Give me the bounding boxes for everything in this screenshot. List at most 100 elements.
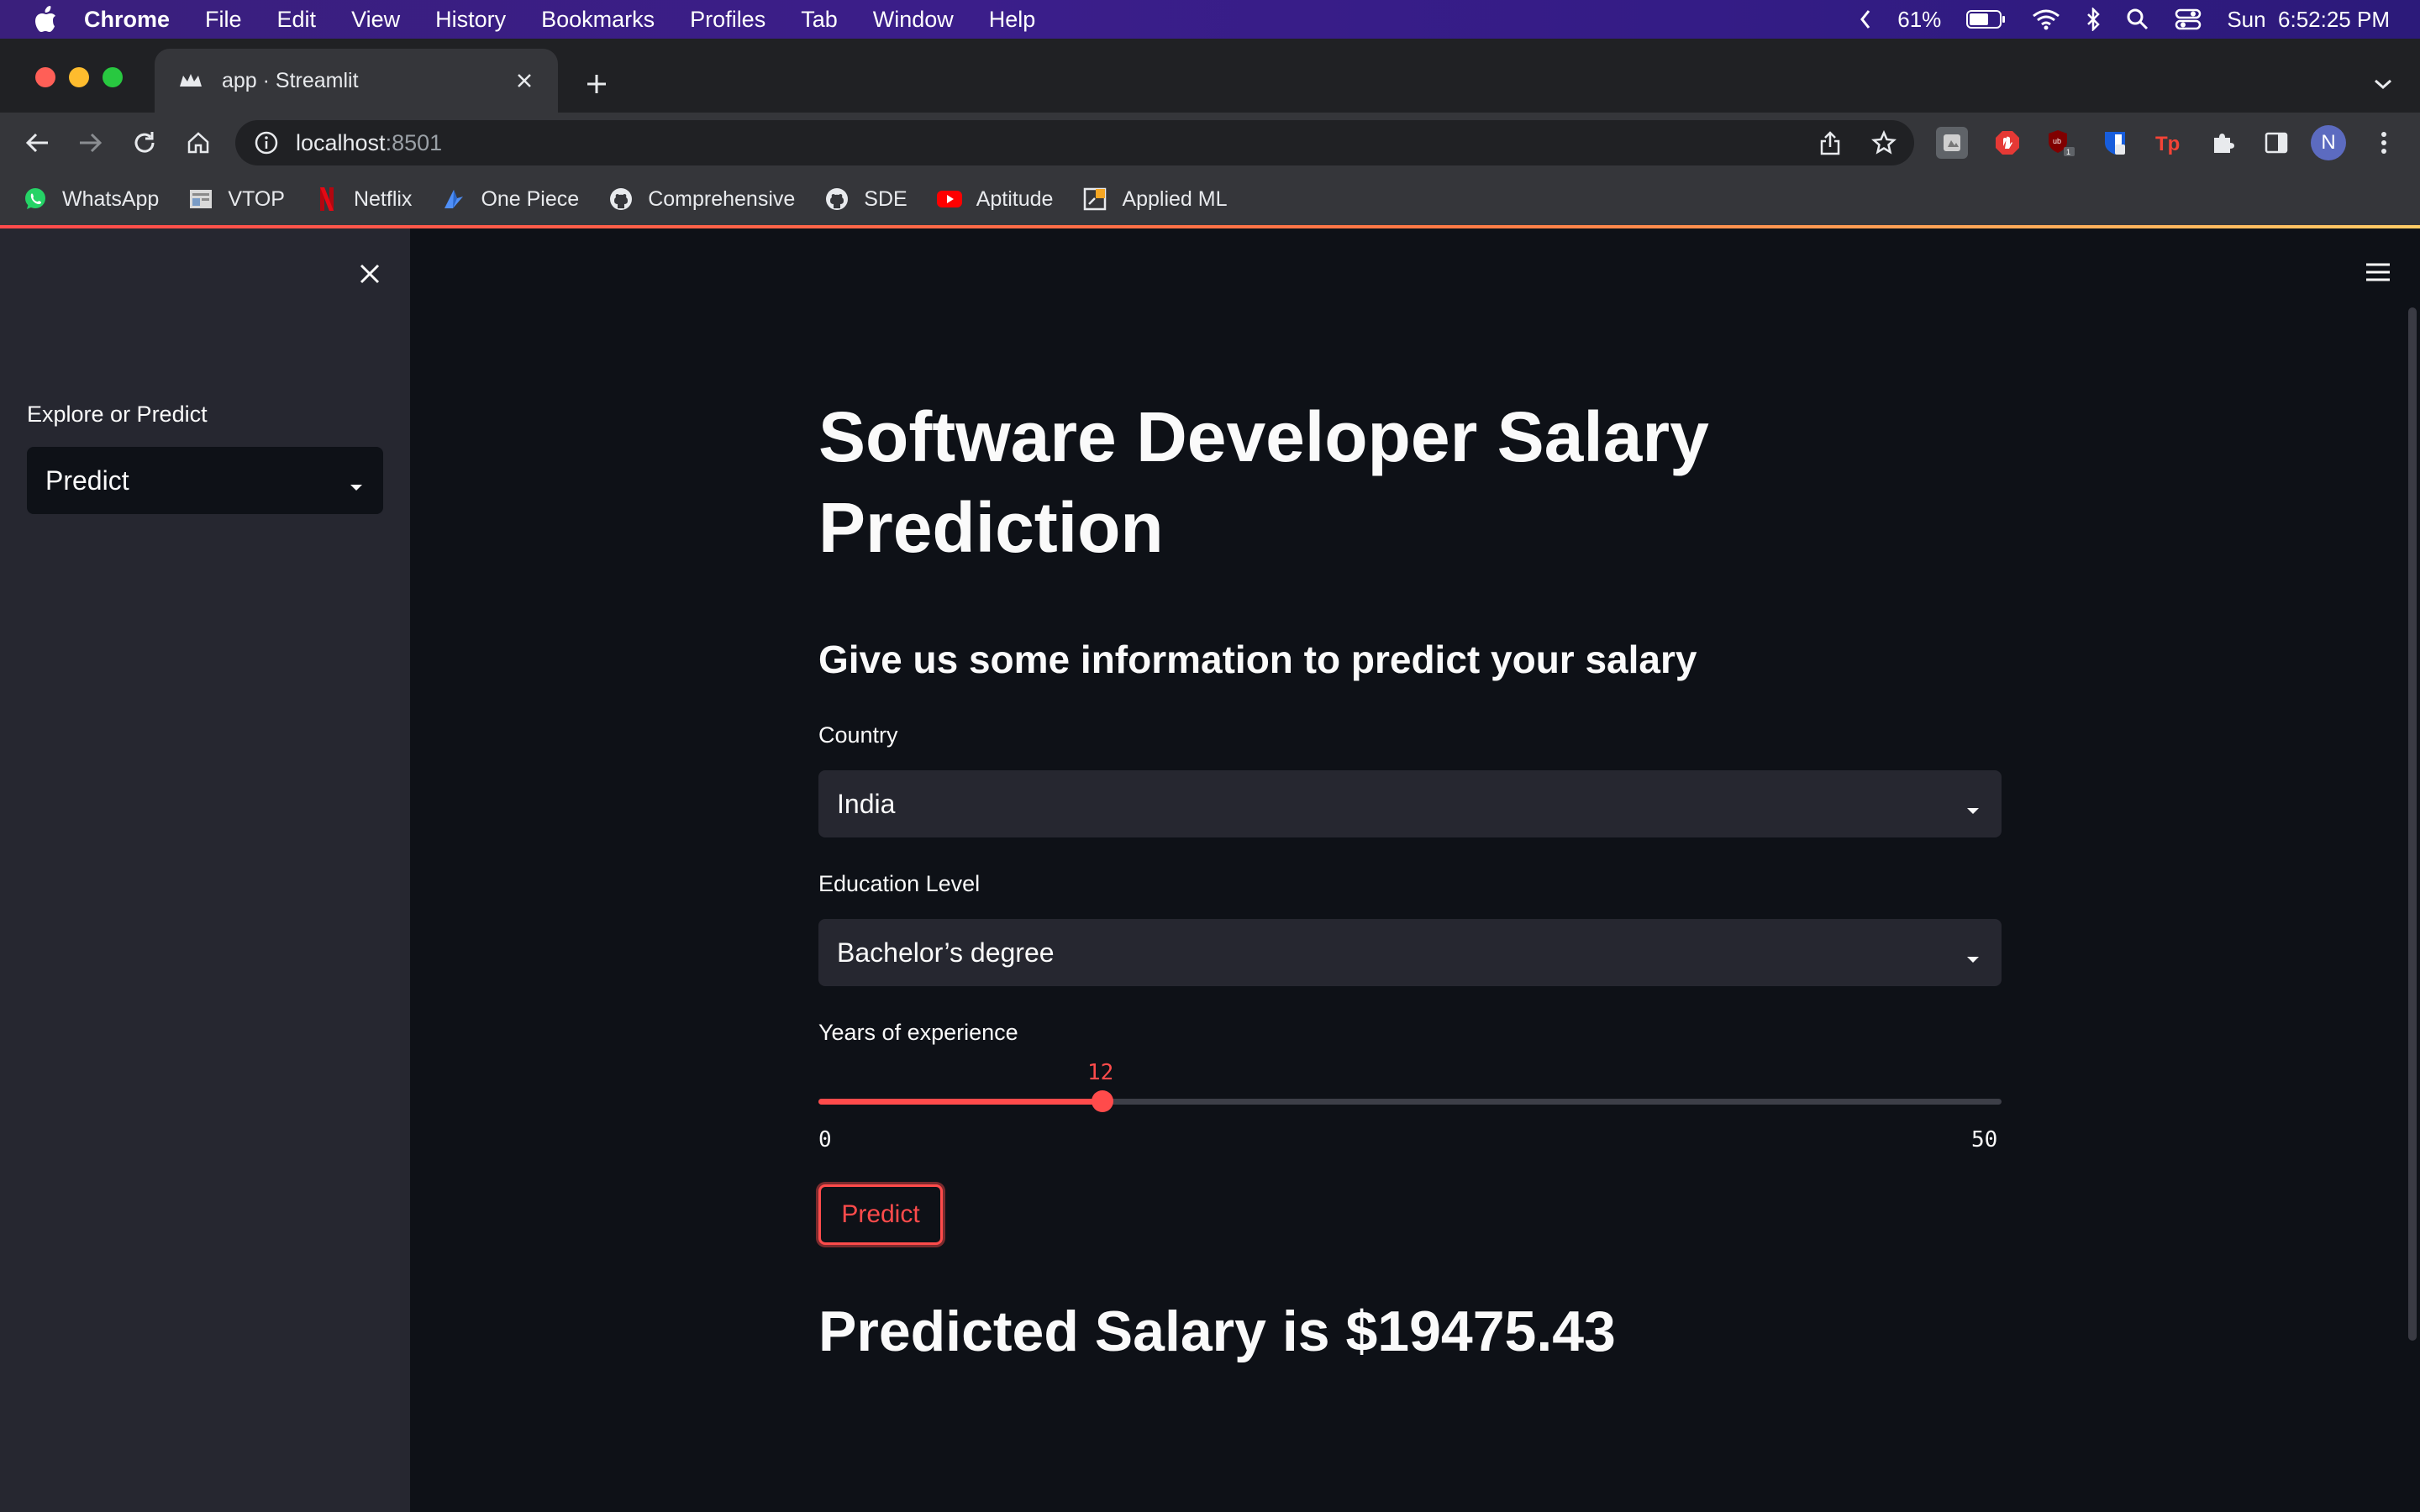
menu-app-chrome[interactable]: Chrome — [84, 7, 170, 33]
predict-button[interactable]: Predict — [818, 1184, 943, 1245]
home-icon[interactable] — [183, 128, 213, 158]
forward-arrow-icon[interactable] — [76, 128, 106, 158]
bookmark-star-icon[interactable] — [1869, 128, 1899, 158]
bookmark-sde[interactable]: SDE — [823, 186, 908, 213]
slider-current-value: 12 — [1087, 1060, 1114, 1085]
bookmark-label: SDE — [864, 186, 908, 211]
caret-down-icon — [1965, 944, 1981, 975]
bookmark-comprehensive[interactable]: Comprehensive — [608, 186, 795, 213]
bookmark-label: VTOP — [228, 186, 285, 211]
bookmarks-bar: WhatsApp VTOP Netflix One Piece Comprehe… — [0, 173, 2420, 225]
bookmark-vtop[interactable]: VTOP — [187, 186, 285, 213]
address-bar[interactable]: localhost:8501 — [235, 120, 1914, 165]
tab-search-chevron-icon[interactable] — [2368, 69, 2398, 99]
tab-title: app · Streamlit — [222, 68, 359, 92]
main-scrollbar[interactable] — [2408, 307, 2417, 1341]
menu-history[interactable]: History — [435, 7, 506, 33]
bookmark-whatsapp[interactable]: WhatsApp — [22, 186, 159, 213]
explore-predict-value: Predict — [45, 465, 129, 496]
chrome-menu-kebab-icon[interactable] — [2368, 127, 2400, 159]
page-subtitle: Give us some information to predict your… — [818, 638, 1697, 681]
menu-profiles[interactable]: Profiles — [690, 7, 765, 33]
window-minimize-button[interactable] — [69, 67, 89, 87]
apple-logo-icon[interactable] — [34, 6, 57, 33]
extension-screenshot-icon[interactable] — [1936, 127, 1968, 159]
url-host: localhost — [296, 129, 386, 155]
slider-max-label: 50 — [1971, 1127, 1998, 1152]
new-tab-plus-icon[interactable] — [580, 67, 613, 101]
menu-help[interactable]: Help — [989, 7, 1036, 33]
menubar-clock[interactable]: Sun 6:52:25 PM — [2227, 7, 2390, 33]
window-close-button[interactable] — [35, 67, 55, 87]
netflix-icon — [313, 186, 340, 213]
battery-percentage: 61% — [1897, 6, 1942, 32]
menu-window[interactable]: Window — [873, 7, 954, 33]
extension-adblock-icon[interactable] — [1991, 127, 2023, 159]
streamlit-crown-icon — [178, 71, 203, 90]
sidebar-close-icon[interactable] — [353, 257, 387, 291]
country-value: India — [837, 788, 896, 819]
education-value: Bachelor’s degree — [837, 937, 1055, 968]
bookmark-aptitude[interactable]: Aptitude — [936, 186, 1054, 213]
menu-bookmarks[interactable]: Bookmarks — [541, 7, 655, 33]
caret-down-icon — [348, 472, 365, 491]
extensions-puzzle-icon[interactable] — [2207, 127, 2238, 159]
wifi-icon[interactable] — [2032, 8, 2060, 30]
menu-file[interactable]: File — [205, 7, 242, 33]
control-center-icon[interactable] — [2175, 8, 2202, 31]
profile-avatar[interactable]: N — [2311, 125, 2346, 160]
bookmark-label: One Piece — [481, 186, 580, 211]
experience-label: Years of experience — [818, 1020, 1018, 1045]
applied-ml-icon — [1081, 186, 1108, 213]
caret-down-icon — [1965, 795, 1981, 827]
experience-slider-track[interactable] — [818, 1099, 2002, 1105]
browser-tab-active[interactable]: app · Streamlit — [155, 49, 558, 113]
back-arrow-icon[interactable] — [22, 128, 52, 158]
bluetooth-icon[interactable] — [2086, 8, 2101, 31]
battery-icon[interactable] — [1966, 9, 2007, 29]
menu-view[interactable]: View — [351, 7, 400, 33]
bookmark-one-piece[interactable]: One Piece — [440, 186, 579, 213]
bookmark-label: Netflix — [353, 186, 413, 211]
menu-edit[interactable]: Edit — [277, 7, 317, 33]
page-title: Software Developer Salary Prediction — [818, 397, 1709, 567]
url-port: :8501 — [385, 129, 443, 155]
predicted-salary-result: Predicted Salary is $19475.43 — [818, 1299, 1616, 1363]
extension-bitwarden-icon[interactable] — [2099, 127, 2131, 159]
side-panel-icon[interactable] — [2260, 127, 2292, 159]
extension-ublock-icon[interactable]: ub 1 — [2045, 127, 2077, 159]
tab-close-icon[interactable] — [511, 67, 538, 94]
site-info-icon[interactable] — [254, 130, 279, 155]
streamlit-menu-hamburger-icon[interactable] — [2361, 257, 2395, 287]
share-icon[interactable] — [1815, 128, 1845, 158]
spotlight-search-icon[interactable] — [2126, 8, 2149, 31]
macos-menubar: Chrome File Edit View History Bookmarks … — [0, 0, 2420, 39]
experience-slider-thumb[interactable] — [1091, 1090, 1113, 1112]
chevron-left-icon[interactable] — [1859, 8, 1872, 30]
vtop-icon — [187, 186, 214, 213]
window-zoom-button[interactable] — [103, 67, 123, 87]
github-icon — [823, 186, 850, 213]
bookmark-applied-ml[interactable]: Applied ML — [1081, 186, 1228, 213]
bookmark-label: Comprehensive — [648, 186, 796, 211]
education-label: Education Level — [818, 871, 981, 896]
svg-text:1: 1 — [2066, 148, 2070, 156]
explore-predict-label: Explore or Predict — [27, 402, 208, 427]
bookmark-label: Aptitude — [976, 186, 1054, 211]
reload-icon[interactable] — [129, 128, 160, 158]
bookmark-label: WhatsApp — [62, 186, 160, 211]
svg-text:ub: ub — [2053, 137, 2061, 145]
experience-slider-fill — [818, 1099, 1102, 1105]
youtube-icon — [936, 186, 963, 213]
country-select[interactable]: India — [818, 770, 2002, 837]
explore-predict-select[interactable]: Predict — [27, 447, 383, 514]
whatsapp-icon — [22, 186, 49, 213]
bookmark-label: Applied ML — [1122, 186, 1228, 211]
streamlit-sidebar: Explore or Predict Predict — [0, 228, 410, 1512]
bookmark-netflix[interactable]: Netflix — [313, 186, 412, 213]
country-label: Country — [818, 722, 898, 748]
menu-tab[interactable]: Tab — [801, 7, 838, 33]
svg-text:Tp: Tp — [2155, 133, 2180, 155]
extension-tp-icon[interactable]: Tp — [2153, 127, 2185, 159]
education-select[interactable]: Bachelor’s degree — [818, 919, 2002, 986]
